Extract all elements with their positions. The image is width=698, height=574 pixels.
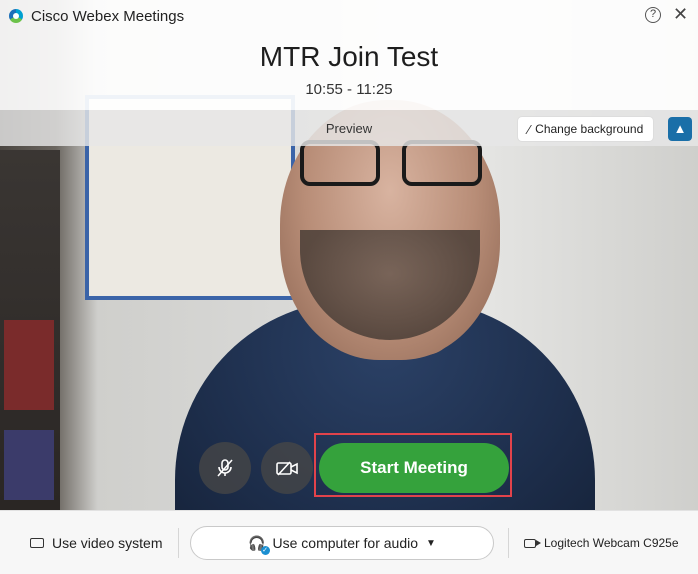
divider bbox=[508, 528, 509, 558]
use-video-system-label: Use video system bbox=[52, 535, 163, 551]
video-off-icon bbox=[276, 461, 298, 476]
bottom-bar: Use video system 🎧 ✓ Use computer for aud… bbox=[0, 510, 698, 574]
divider bbox=[178, 528, 179, 558]
blur-person-icon: ▲ bbox=[673, 121, 687, 136]
book bbox=[4, 430, 54, 500]
background-blur-button[interactable]: ▲ bbox=[668, 117, 692, 141]
camera-icon bbox=[524, 538, 541, 548]
book bbox=[4, 320, 54, 410]
chevron-down-icon: ▼ bbox=[426, 537, 436, 549]
microphone-muted-icon bbox=[217, 459, 233, 477]
meeting-title: MTR Join Test bbox=[259, 41, 439, 72]
glasses bbox=[292, 140, 492, 188]
camera-label: Logitech Webcam C925e bbox=[544, 536, 679, 550]
use-video-system-button[interactable]: Use video system bbox=[30, 535, 162, 551]
title-bar: Cisco Webex Meetings bbox=[0, 0, 698, 32]
stop-video-button[interactable] bbox=[261, 442, 313, 494]
camera-select-button[interactable]: Logitech Webcam C925e bbox=[524, 536, 679, 550]
mute-button[interactable] bbox=[199, 442, 251, 494]
webex-logo-icon bbox=[9, 9, 23, 23]
check-badge-icon: ✓ bbox=[260, 545, 270, 555]
bookshelf bbox=[0, 150, 60, 510]
help-icon[interactable]: ? bbox=[645, 7, 661, 23]
app-title: Cisco Webex Meetings bbox=[31, 7, 185, 25]
change-background-button[interactable]: ⁄ Change background bbox=[518, 117, 654, 141]
audio-select-button[interactable]: 🎧 ✓ Use computer for audio ▼ bbox=[190, 526, 494, 560]
headset-icon: 🎧 ✓ bbox=[248, 534, 270, 555]
cast-icon bbox=[30, 538, 44, 548]
meeting-header: MTR Join Test 10:55 - 11:25 bbox=[0, 32, 698, 110]
close-icon[interactable]: ✕ bbox=[673, 4, 688, 24]
change-background-label: Change background bbox=[535, 122, 644, 136]
meeting-time: 10:55 - 11:25 bbox=[305, 81, 393, 98]
audio-label: Use computer for audio bbox=[272, 535, 419, 551]
magic-wand-icon: ⁄ bbox=[528, 121, 531, 137]
start-meeting-button[interactable]: Start Meeting bbox=[319, 443, 509, 493]
